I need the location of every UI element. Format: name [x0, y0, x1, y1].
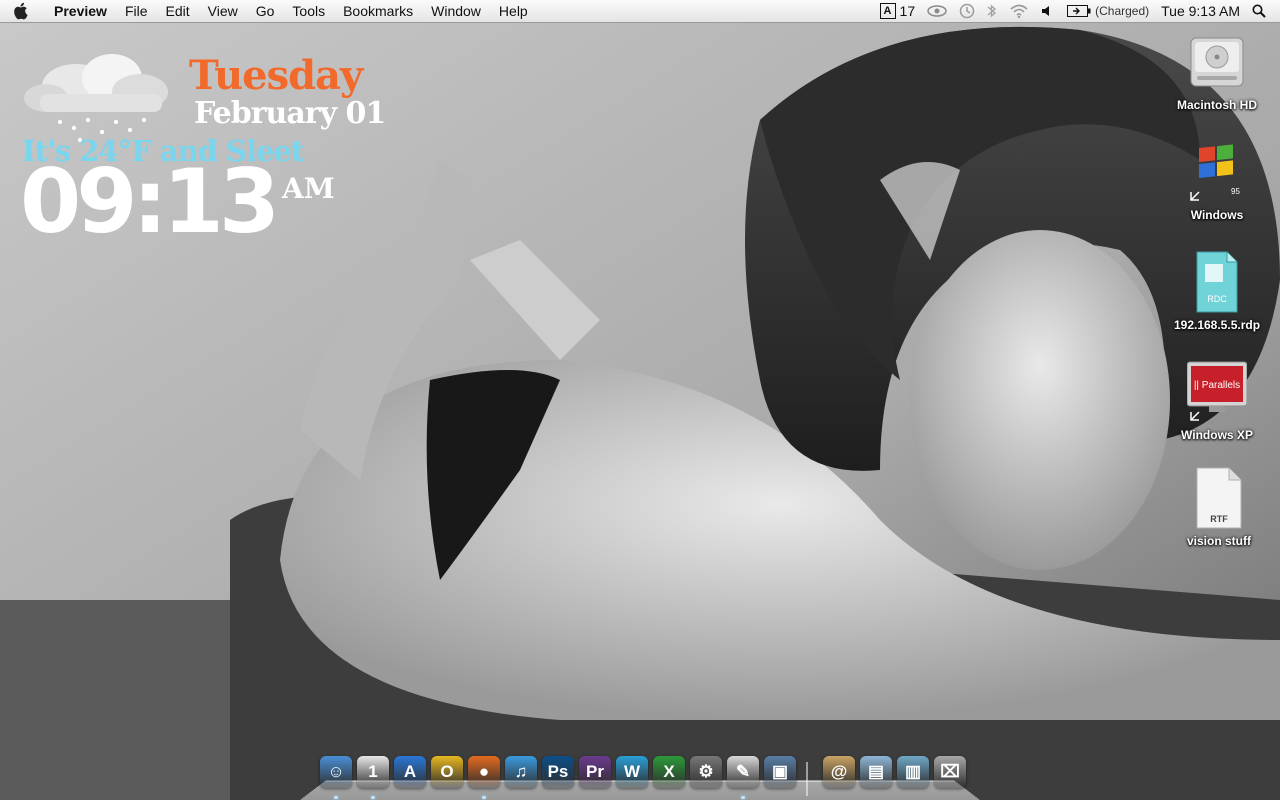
bluetooth-icon[interactable]: [981, 3, 1003, 19]
desktop-icon-vision-stuff[interactable]: RTF vision stuff: [1164, 466, 1274, 548]
dock-glyph: ▥: [904, 762, 922, 781]
menu-view[interactable]: View: [199, 0, 247, 22]
dock-system-preferences-icon[interactable]: ⚙: [690, 756, 722, 788]
battery-icon: [1067, 5, 1091, 17]
volume-icon[interactable]: [1035, 4, 1061, 18]
time-machine-icon[interactable]: [953, 3, 981, 19]
dock: ☺ 1 A O ● ♫ Ps Pr W X ⚙ ✎ ▣ @ ▤ ▥ ⌧: [300, 754, 980, 800]
dock-glyph: ⚙: [698, 762, 714, 781]
dock-glyph: ▣: [771, 762, 789, 781]
dock-separator: [806, 762, 808, 796]
desktop-icon-label: 192.168.5.5.rdp: [1173, 318, 1261, 332]
dock-photoshop-icon[interactable]: Ps: [542, 756, 574, 788]
dock-glyph: ✎: [735, 762, 751, 781]
dock-downloads-icon[interactable]: ▥: [897, 756, 929, 788]
desktop-icon-label: Macintosh HD: [1176, 98, 1257, 112]
spotlight-search-icon[interactable]: [1246, 4, 1272, 18]
dock-glyph: W: [623, 762, 641, 781]
menu-go[interactable]: Go: [247, 0, 284, 22]
dock-firefox-icon[interactable]: ●: [468, 756, 500, 788]
menu-bar: Preview File Edit View Go Tools Bookmark…: [0, 0, 1280, 23]
dock-glyph: A: [403, 762, 417, 781]
eye-status-icon[interactable]: [921, 4, 953, 18]
desktop-icon-windows[interactable]: 95 Windows: [1162, 140, 1272, 222]
menu-edit[interactable]: Edit: [157, 0, 199, 22]
desktop-icon-windows-xp[interactable]: || Parallels Windows XP: [1162, 360, 1272, 442]
weather-clock-widget[interactable]: Tuesday February 01 It's 24°F and Sleet …: [14, 46, 434, 256]
apple-menu-icon[interactable]: [0, 0, 40, 22]
dock-glyph: O: [440, 762, 454, 781]
dock-glyph: ♫: [514, 762, 528, 781]
windows-95-alias-icon: 95: [1187, 140, 1247, 204]
dock-running-indicator: [482, 796, 486, 799]
sleet-cloud-icon: [24, 54, 168, 145]
dock-glyph: ●: [478, 762, 490, 781]
dock-itunes-icon[interactable]: ♫: [505, 756, 537, 788]
rdp-badge: RDC: [1207, 294, 1227, 304]
menu-file[interactable]: File: [116, 0, 157, 22]
dock-documents-icon[interactable]: @: [823, 756, 855, 788]
dock-glyph: ▤: [867, 762, 885, 781]
menu-tools[interactable]: Tools: [283, 0, 334, 22]
dock-trash-icon[interactable]: ⌧: [934, 756, 966, 788]
dock-glyph: ⌧: [940, 762, 960, 781]
battery-status[interactable]: (Charged): [1061, 0, 1155, 22]
adobe-count: 17: [899, 3, 916, 19]
desktop-icon-rdp[interactable]: RDC 192.168.5.5.rdp: [1162, 250, 1272, 332]
menu-help[interactable]: Help: [490, 0, 537, 22]
dock-glyph: @: [830, 762, 848, 781]
menu-window[interactable]: Window: [422, 0, 490, 22]
dock-finder-icon[interactable]: ☺: [320, 756, 352, 788]
rtf-badge: RTF: [1210, 514, 1228, 524]
dock-running-indicator: [741, 796, 745, 799]
dock-iphoto-icon[interactable]: ▣: [764, 756, 796, 788]
parallels-badge: || Parallels: [1194, 380, 1240, 391]
dock-glyph: X: [663, 762, 675, 781]
dock-glyph: ☺: [327, 762, 345, 781]
battery-text: (Charged): [1095, 4, 1150, 18]
adobe-updater-status[interactable]: A 17: [874, 0, 922, 22]
desktop-icon-macintosh-hd[interactable]: Macintosh HD: [1162, 30, 1272, 112]
app-menu-preview[interactable]: Preview: [40, 0, 116, 22]
desktop-icon-label: Windows: [1190, 208, 1244, 222]
dock-glyph: Pr: [586, 762, 604, 781]
dock-glyph: Ps: [547, 762, 569, 781]
dock-word-icon[interactable]: W: [616, 756, 648, 788]
adobe-icon: A: [879, 3, 896, 19]
desktop-icon-label: vision stuff: [1186, 534, 1251, 548]
dock-excel-icon[interactable]: X: [653, 756, 685, 788]
wifi-icon[interactable]: [1003, 4, 1035, 18]
dock-preview-icon[interactable]: ✎: [727, 756, 759, 788]
desktop-icon-label: Windows XP: [1181, 428, 1253, 442]
dock-app-store-icon[interactable]: A: [394, 756, 426, 788]
dock-running-indicator: [371, 796, 375, 799]
menu-bookmarks[interactable]: Bookmarks: [334, 0, 422, 22]
widget-ampm: AM: [282, 172, 335, 205]
dock-running-indicator: [334, 796, 338, 799]
dock-premiere-icon[interactable]: Pr: [579, 756, 611, 788]
rdp-file-icon: RDC: [1187, 250, 1247, 314]
dock-ical-icon[interactable]: 1: [357, 756, 389, 788]
parallels-alias-icon: || Parallels: [1186, 360, 1248, 424]
rtf-document-icon: RTF: [1189, 466, 1249, 530]
widget-date: February 01: [194, 96, 386, 131]
menubar-clock[interactable]: Tue 9:13 AM: [1155, 0, 1246, 22]
dock-glyph: 1: [368, 762, 378, 781]
svg-text:95: 95: [1231, 187, 1240, 196]
dock-folder-icon[interactable]: ▤: [860, 756, 892, 788]
widget-day: Tuesday: [189, 52, 363, 99]
hard-drive-icon: [1187, 30, 1247, 94]
widget-time: 09:13: [20, 150, 280, 253]
dock-opera-icon[interactable]: O: [431, 756, 463, 788]
